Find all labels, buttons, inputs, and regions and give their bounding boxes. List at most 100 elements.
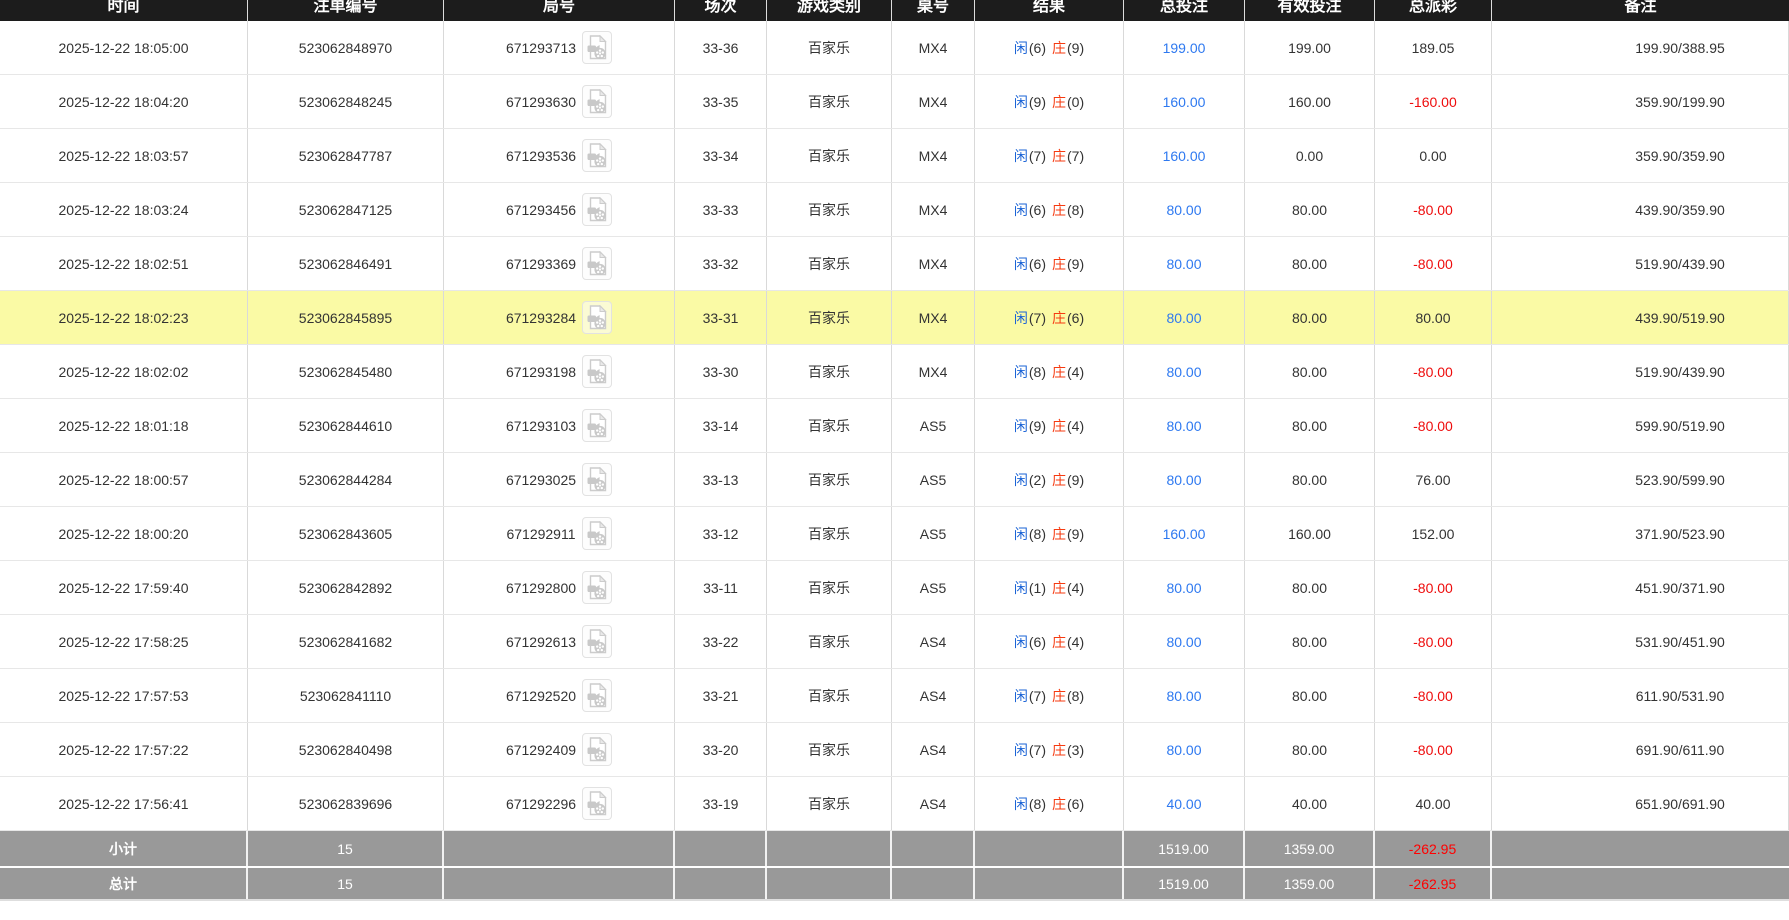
- total-bet-link[interactable]: 160.00: [1124, 75, 1245, 128]
- player-score: (6): [1029, 256, 1046, 272]
- table-row[interactable]: 2025-12-22 17:59:40 523062842892 6712928…: [0, 561, 1789, 615]
- table-row[interactable]: 2025-12-22 18:02:02 523062845480 6712931…: [0, 345, 1789, 399]
- remark-cell: 523.90/599.90: [1492, 453, 1789, 506]
- result-cell: 闲(8) 庄(9): [975, 507, 1124, 560]
- result-cell: 闲(6) 庄(9): [975, 237, 1124, 290]
- video-replay-button[interactable]: [582, 85, 612, 118]
- round-number: 671292520: [506, 688, 576, 704]
- total-bet-link[interactable]: 199.00: [1124, 21, 1245, 74]
- column-header-8: 总投注: [1124, 0, 1245, 21]
- total-bet-link[interactable]: 160.00: [1124, 507, 1245, 560]
- result-cell: 闲(9) 庄(4): [975, 399, 1124, 452]
- game-type-cell: 百家乐: [767, 183, 892, 236]
- game-type-cell: 百家乐: [767, 669, 892, 722]
- video-replay-button[interactable]: [582, 193, 612, 226]
- summary-empty-cell: [1492, 868, 1789, 899]
- summary-empty-cell: [892, 831, 975, 866]
- time-cell: 2025-12-22 18:02:23: [0, 291, 248, 344]
- valid-bet-cell: 80.00: [1245, 291, 1375, 344]
- total-bet-link[interactable]: 80.00: [1124, 183, 1245, 236]
- payout-cell: -80.00: [1375, 237, 1492, 290]
- player-score: (7): [1029, 742, 1046, 758]
- video-file-icon: [587, 89, 607, 114]
- result-cell: 闲(6) 庄(9): [975, 21, 1124, 74]
- video-file-icon: [587, 629, 607, 654]
- result-cell: 闲(8) 庄(4): [975, 345, 1124, 398]
- video-replay-button[interactable]: [582, 679, 612, 712]
- valid-bet-cell: 80.00: [1245, 615, 1375, 668]
- total-bet-link[interactable]: 80.00: [1124, 453, 1245, 506]
- total-bet-link[interactable]: 80.00: [1124, 669, 1245, 722]
- total-bet-link[interactable]: 80.00: [1124, 723, 1245, 776]
- column-header-11: 备注: [1492, 0, 1789, 21]
- table-row[interactable]: 2025-12-22 18:01:18 523062844610 6712931…: [0, 399, 1789, 453]
- total-bet-link[interactable]: 80.00: [1124, 615, 1245, 668]
- video-replay-button[interactable]: [582, 247, 612, 280]
- table-row[interactable]: 2025-12-22 18:05:00 523062848970 6712937…: [0, 21, 1789, 75]
- table-row[interactable]: 2025-12-22 18:04:20 523062848245 6712936…: [0, 75, 1789, 129]
- player-score: (2): [1029, 472, 1046, 488]
- table-row[interactable]: 2025-12-22 17:56:41 523062839696 6712922…: [0, 777, 1789, 831]
- total-bet-link[interactable]: 80.00: [1124, 237, 1245, 290]
- player-label: 闲: [1014, 470, 1028, 490]
- table-row[interactable]: 2025-12-22 18:03:57 523062847787 6712935…: [0, 129, 1789, 183]
- bet-number-cell: 523062844284: [248, 453, 444, 506]
- summary-empty-cell: [675, 831, 767, 866]
- video-replay-button[interactable]: [582, 301, 612, 334]
- time-cell: 2025-12-22 18:05:00: [0, 21, 248, 74]
- remark-cell: 439.90/519.90: [1492, 291, 1789, 344]
- remark-cell: 439.90/359.90: [1492, 183, 1789, 236]
- summary-empty-cell: [767, 831, 892, 866]
- video-replay-button[interactable]: [582, 625, 612, 658]
- bet-number-cell: 523062841682: [248, 615, 444, 668]
- video-file-icon: [587, 305, 607, 330]
- video-replay-button[interactable]: [582, 463, 612, 496]
- summary-empty-cell: [975, 868, 1124, 899]
- table-row[interactable]: 2025-12-22 18:00:57 523062844284 6712930…: [0, 453, 1789, 507]
- table-row[interactable]: 2025-12-22 18:00:20 523062843605 6712929…: [0, 507, 1789, 561]
- result-cell: 闲(1) 庄(4): [975, 561, 1124, 614]
- player-label: 闲: [1014, 308, 1028, 328]
- player-label: 闲: [1014, 254, 1028, 274]
- remark-cell: 519.90/439.90: [1492, 237, 1789, 290]
- video-file-icon: [587, 737, 607, 762]
- payout-cell: 189.05: [1375, 21, 1492, 74]
- video-replay-button[interactable]: [582, 409, 612, 442]
- total-bet-link[interactable]: 80.00: [1124, 399, 1245, 452]
- column-header-5: 游戏类别: [767, 0, 892, 21]
- time-cell: 2025-12-22 18:03:24: [0, 183, 248, 236]
- video-replay-button[interactable]: [582, 787, 612, 820]
- video-replay-button[interactable]: [582, 355, 612, 388]
- bet-number-cell: 523062839696: [248, 777, 444, 830]
- bet-number-cell: 523062845480: [248, 345, 444, 398]
- total-bet-link[interactable]: 80.00: [1124, 345, 1245, 398]
- table-row[interactable]: 2025-12-22 18:02:23 523062845895 6712932…: [0, 291, 1789, 345]
- round-number: 671292409: [506, 742, 576, 758]
- video-replay-button[interactable]: [582, 139, 612, 172]
- banker-score: (4): [1067, 364, 1084, 380]
- player-score: (8): [1029, 796, 1046, 812]
- total-bet-link[interactable]: 80.00: [1124, 291, 1245, 344]
- round-number-cell: 671292613: [444, 615, 675, 668]
- table-row[interactable]: 2025-12-22 18:02:51 523062846491 6712933…: [0, 237, 1789, 291]
- result-cell: 闲(9) 庄(0): [975, 75, 1124, 128]
- video-replay-button[interactable]: [582, 733, 612, 766]
- video-replay-button[interactable]: [582, 517, 612, 550]
- total-bet-link[interactable]: 80.00: [1124, 561, 1245, 614]
- result-cell: 闲(7) 庄(8): [975, 669, 1124, 722]
- table-row[interactable]: 2025-12-22 17:58:25 523062841682 6712926…: [0, 615, 1789, 669]
- table-row[interactable]: 2025-12-22 18:03:24 523062847125 6712934…: [0, 183, 1789, 237]
- bet-number-cell: 523062847125: [248, 183, 444, 236]
- table-row[interactable]: 2025-12-22 17:57:22 523062840498 6712924…: [0, 723, 1789, 777]
- total-bet-link[interactable]: 160.00: [1124, 129, 1245, 182]
- banker-label: 庄: [1052, 524, 1066, 544]
- video-replay-button[interactable]: [582, 571, 612, 604]
- summary-empty-cell: [444, 831, 675, 866]
- total-bet-link[interactable]: 40.00: [1124, 777, 1245, 830]
- video-replay-button[interactable]: [582, 31, 612, 64]
- bet-number-cell: 523062846491: [248, 237, 444, 290]
- table-row[interactable]: 2025-12-22 17:57:53 523062841110 6712925…: [0, 669, 1789, 723]
- player-score: (6): [1029, 202, 1046, 218]
- banker-label: 庄: [1052, 308, 1066, 328]
- banker-score: (9): [1067, 472, 1084, 488]
